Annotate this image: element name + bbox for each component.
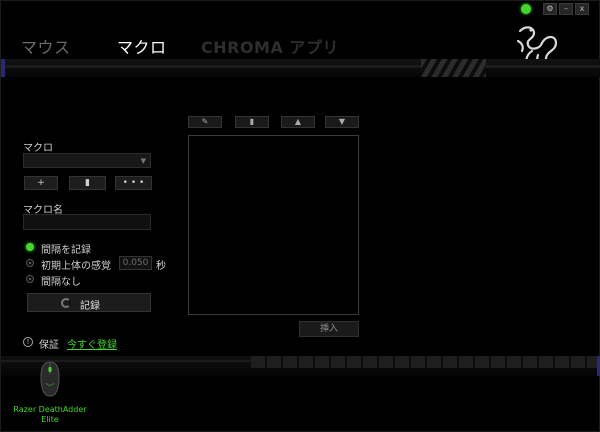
insert-button[interactable]: 挿入 xyxy=(299,321,359,337)
tab-chroma-apps[interactable]: CHROMA アプリ xyxy=(201,34,339,58)
record-button-label: 記録 xyxy=(80,301,100,312)
no-delay-label: 間隔なし xyxy=(41,277,81,288)
online-status-icon[interactable] xyxy=(521,4,531,14)
more-options-button[interactable]: • • • xyxy=(115,176,152,190)
mouse-device-icon[interactable] xyxy=(39,361,61,397)
main-tabs: マウス マクロ CHROMA アプリ xyxy=(21,34,339,58)
initial-delay-radio[interactable] xyxy=(26,259,34,267)
info-icon: ! xyxy=(23,337,33,347)
macro-select[interactable]: ▼ xyxy=(23,153,151,168)
close-button[interactable]: x xyxy=(575,3,589,15)
delete-macro-button[interactable]: ▮ xyxy=(69,176,106,190)
macro-events-list[interactable] xyxy=(188,135,359,315)
delay-seconds-input[interactable]: 0.050 xyxy=(119,256,152,270)
record-delay-radio[interactable] xyxy=(26,243,34,251)
bottom-divider xyxy=(1,356,600,376)
edit-event-button[interactable]: ✎ xyxy=(188,116,222,128)
settings-icon[interactable]: ⚙ xyxy=(543,3,557,15)
delay-unit-label: 秒 xyxy=(156,261,166,272)
move-down-button[interactable]: ▼ xyxy=(325,116,359,128)
header-divider-bg xyxy=(1,59,600,77)
synapse-window: ⚙ – x マウス マクロ CHROMA アプリ マクロ ▼ + ▮ • • •… xyxy=(0,0,600,432)
macro-label: マクロ xyxy=(23,143,53,154)
initial-delay-label: 初期上体の感覚 xyxy=(41,261,111,272)
delete-event-button[interactable]: ▮ xyxy=(235,116,269,128)
header-divider-hatch xyxy=(421,59,486,77)
record-delay-label: 間隔を記録 xyxy=(41,245,91,256)
add-macro-button[interactable]: + xyxy=(24,176,58,190)
tab-macro[interactable]: マクロ xyxy=(117,34,201,58)
device-name-label[interactable]: Razer DeathAdder Elite xyxy=(5,405,95,425)
no-delay-radio[interactable] xyxy=(26,275,34,283)
header-divider-ridge xyxy=(1,65,600,68)
tab-mouse[interactable]: マウス xyxy=(21,34,117,58)
record-button[interactable]: 記録 xyxy=(27,293,151,312)
macro-name-input[interactable] xyxy=(23,214,151,230)
window-controls: ⚙ – x xyxy=(521,3,589,15)
header-accent xyxy=(1,59,5,77)
header-divider xyxy=(1,59,600,77)
warranty-label: 保証 xyxy=(39,340,59,351)
minimize-button[interactable]: – xyxy=(559,3,573,15)
chevron-down-icon: ▼ xyxy=(140,157,146,165)
register-now-link[interactable]: 今すぐ登録 xyxy=(67,336,117,351)
record-icon xyxy=(61,298,71,308)
bottom-divider-hatch xyxy=(251,356,600,368)
move-up-button[interactable]: ▲ xyxy=(281,116,315,128)
